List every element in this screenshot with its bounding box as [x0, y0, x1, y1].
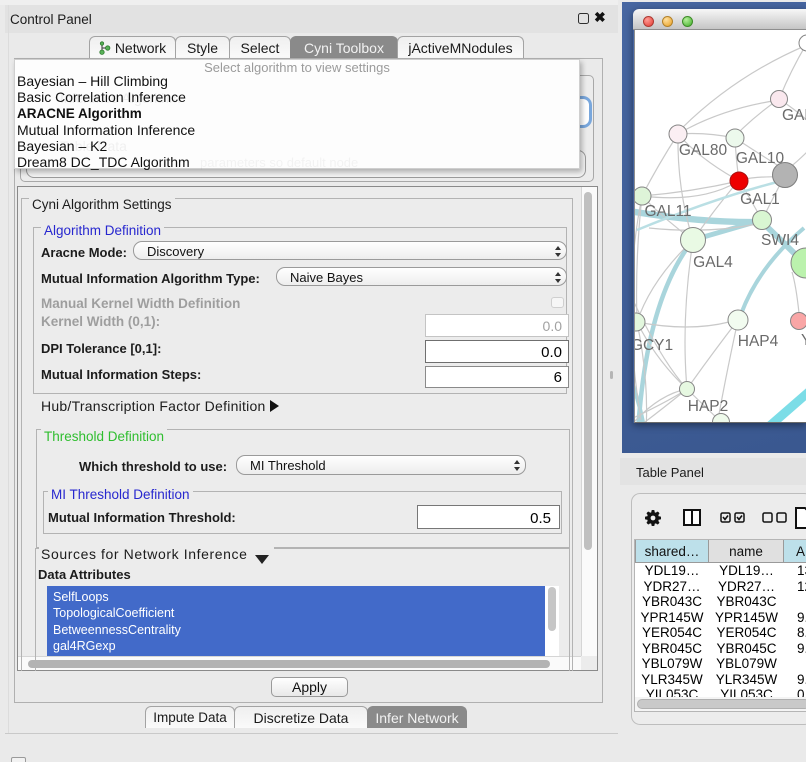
- svg-text:GAL1: GAL1: [740, 191, 780, 208]
- svg-text:HAP2: HAP2: [688, 398, 729, 415]
- svg-text:GAL11: GAL11: [644, 203, 691, 220]
- svg-text:YDR: YDR: [801, 332, 806, 349]
- svg-text:GAL4: GAL4: [693, 254, 733, 271]
- svg-text:GAL10: GAL10: [736, 150, 785, 167]
- svg-text:GAL3: GAL3: [782, 107, 806, 124]
- svg-text:HAP4: HAP4: [738, 333, 779, 350]
- svg-text:GAL80: GAL80: [679, 142, 728, 159]
- svg-text:GCY1: GCY1: [635, 337, 673, 354]
- svg-text:SWI4: SWI4: [761, 232, 799, 249]
